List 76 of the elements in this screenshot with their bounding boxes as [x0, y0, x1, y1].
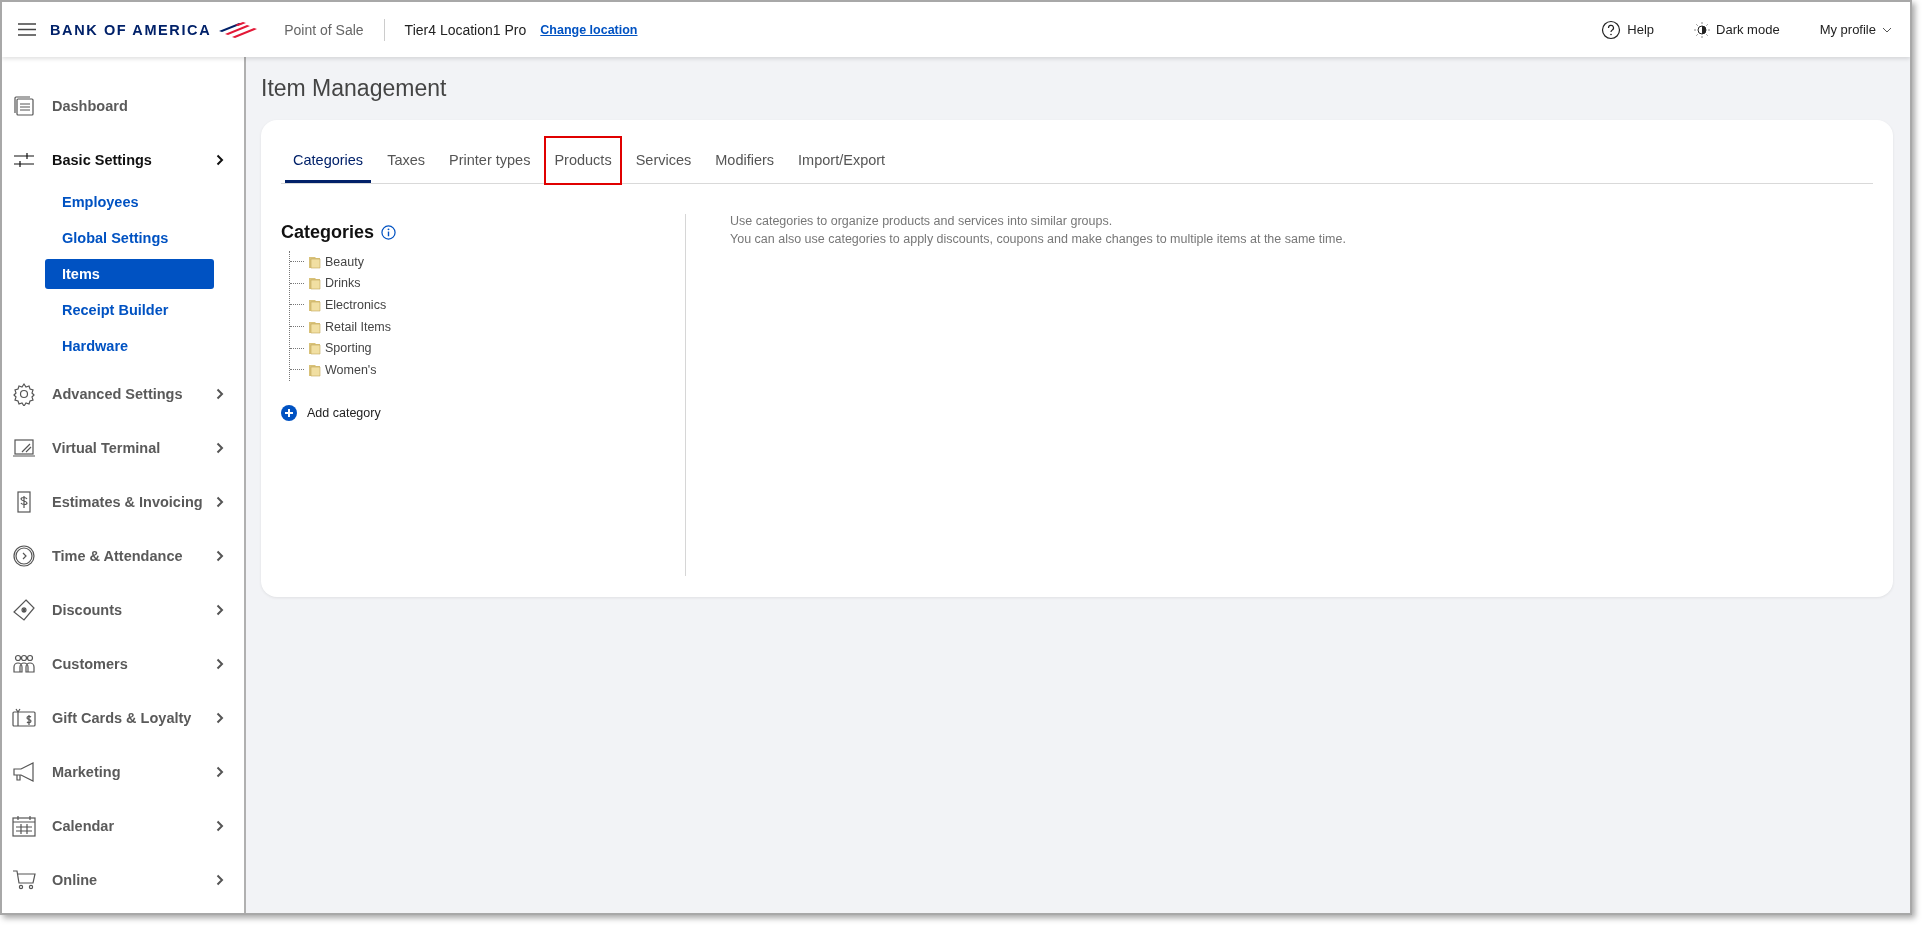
sidebar-item[interactable]: Calendar — [2, 799, 244, 853]
brand-logo-text: BANK OF AMERICA — [50, 21, 212, 38]
sidebar-item[interactable]: Virtual Terminal — [2, 421, 244, 475]
folder-icon — [308, 276, 321, 291]
tab[interactable]: Printer types — [441, 138, 539, 183]
chevron-icon — [216, 820, 224, 832]
category-item[interactable]: Electronics — [325, 298, 387, 312]
help-icon — [1601, 19, 1622, 40]
sidebar-item[interactable]: Basic Settings — [2, 133, 244, 187]
sidebar-subitem[interactable]: Employees — [45, 187, 214, 217]
cart-icon — [12, 868, 36, 892]
category-item[interactable]: Drinks — [325, 276, 361, 291]
sidebar-item[interactable]: Customers — [2, 637, 244, 691]
tab[interactable]: Import/Export — [790, 138, 894, 183]
categories-heading: Categories — [281, 222, 375, 243]
category-item[interactable]: Beauty — [325, 254, 364, 269]
sidebar-item[interactable]: Dashboard — [2, 79, 244, 133]
profile-menu-button[interactable]: My profile — [1819, 22, 1892, 37]
chevron-icon — [216, 550, 224, 562]
tab[interactable]: Taxes — [379, 138, 433, 183]
sidebar-item[interactable]: Estimates & Invoicing — [2, 475, 244, 529]
people-icon — [12, 652, 36, 676]
calendar-icon — [12, 814, 36, 838]
chevron-icon — [216, 388, 224, 400]
add-category-button[interactable]: Add category — [281, 404, 381, 421]
tag-icon — [12, 598, 36, 622]
page-title: Item Management — [261, 75, 448, 102]
plus-icon — [281, 404, 297, 421]
sidebar-item[interactable]: Advanced Settings — [2, 367, 244, 421]
sidebar-subitem[interactable]: Items — [45, 259, 214, 289]
chevron-icon — [216, 658, 224, 670]
tab[interactable]: Categories — [285, 138, 372, 183]
chevron-icon — [216, 442, 224, 454]
tab[interactable]: Modifiers — [707, 138, 783, 183]
description-text: Use categories to organize products and services into similar groups. — [730, 214, 1114, 228]
gear-icon — [12, 382, 36, 406]
flag-logo-icon — [217, 19, 258, 40]
chevron-icon — [216, 154, 224, 166]
sidebar-subitem[interactable]: Receipt Builder — [45, 295, 214, 325]
description-text: You can also use categories to apply discounts, coupons and make changes to multiple items at the same time. — [730, 232, 1346, 246]
sidebar-subitem[interactable]: Hardware — [45, 331, 214, 361]
gift-card-icon — [12, 706, 36, 730]
sidebar-item[interactable]: Gift Cards & Loyalty — [2, 691, 244, 745]
location-name: Tier4 Location1 Pro — [404, 21, 527, 38]
chevron-icon — [216, 496, 224, 508]
chevron-icon — [216, 766, 224, 778]
info-icon[interactable] — [381, 225, 397, 240]
sidebar-item[interactable]: Time & Attendance — [2, 529, 244, 583]
category-item[interactable]: Retail Items — [325, 319, 391, 334]
sidebar-item[interactable]: Discounts — [2, 583, 244, 637]
help-button[interactable]: Help — [1601, 19, 1655, 40]
sidebar-item[interactable]: Marketing — [2, 745, 244, 799]
tab[interactable]: Services — [627, 138, 700, 183]
chevron-icon — [216, 874, 224, 886]
sidebar-subitem[interactable]: Global Settings — [45, 223, 214, 253]
folder-icon — [308, 254, 321, 269]
category-item[interactable]: Sporting — [325, 341, 372, 356]
chevron-icon — [216, 712, 224, 724]
caret-icon — [1882, 26, 1892, 33]
clock-icon — [12, 544, 36, 568]
folder-icon — [308, 362, 321, 377]
sidebar-item[interactable]: Online — [2, 853, 244, 907]
chevron-icon — [216, 604, 224, 616]
folder-icon — [308, 319, 321, 334]
category-item[interactable]: Women's — [325, 362, 377, 377]
half-sun-icon — [1694, 21, 1711, 38]
laptop-icon — [12, 436, 36, 460]
change-location-link[interactable]: Change location — [540, 22, 638, 37]
tab[interactable]: Products — [546, 138, 620, 183]
app-name: Point of Sale — [284, 18, 385, 41]
dark-mode-button[interactable]: Dark mode — [1694, 21, 1780, 38]
folder-icon — [308, 298, 321, 312]
menu-icon[interactable] — [18, 23, 36, 36]
folder-icon — [308, 341, 321, 356]
dashboard-icon — [12, 94, 36, 118]
megaphone-icon — [12, 760, 36, 784]
